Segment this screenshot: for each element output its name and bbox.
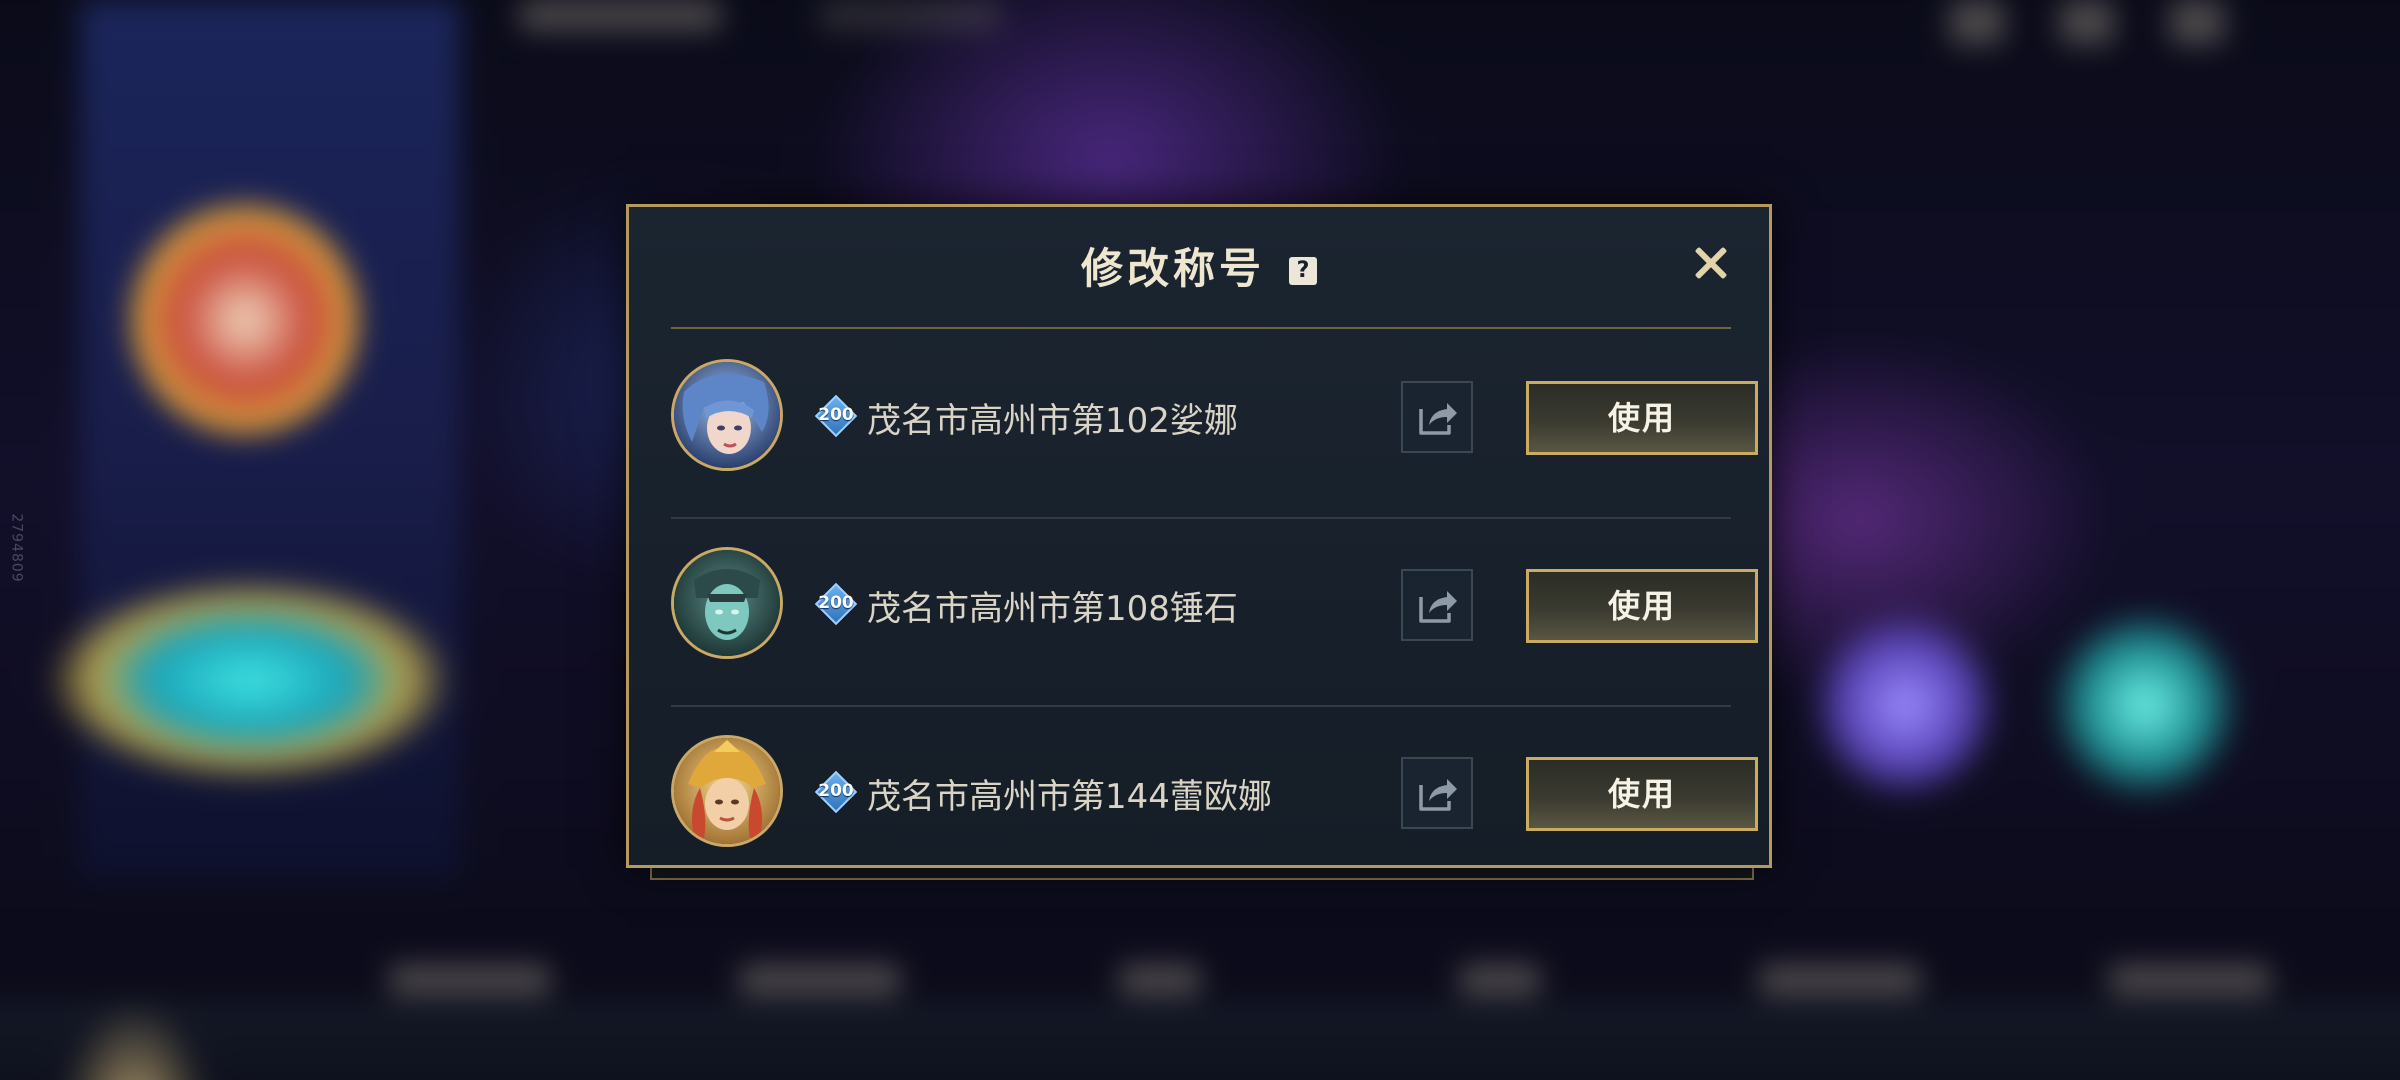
use-button[interactable]: 使用 (1526, 757, 1758, 831)
hero-avatar (671, 735, 783, 847)
hero-portrait-blue-hair-icon (674, 362, 780, 468)
title-divider (671, 327, 1731, 329)
dialog-title-text: 修改称号 (1080, 244, 1265, 293)
share-icon (1419, 591, 1457, 623)
title-name: 茂名市高州市第108锤石 (867, 589, 1238, 629)
row-divider (671, 517, 1731, 519)
share-button[interactable] (1401, 381, 1473, 453)
change-title-dialog: 修改称号? 200 茂名市高州市第102娑娜 使用 200 茂名市高州市第108… (626, 204, 1772, 868)
bottom-tab-blurred (1120, 965, 1200, 995)
bottom-tab-blurred (1760, 965, 1920, 995)
level-number: 200 (818, 405, 854, 425)
rank-emblem-blurred (130, 200, 360, 440)
level-badge: 200 (811, 394, 861, 438)
side-id-text: 2794809 (8, 513, 25, 583)
level-badge: 200 (811, 770, 861, 814)
level-badge: 200 (811, 582, 861, 626)
title-row: 200 茂名市高州市第144蕾欧娜 使用 (671, 709, 1758, 859)
top-tab-blurred (820, 0, 1000, 30)
bottom-tab-blurred (390, 965, 550, 995)
hero-avatar (671, 359, 783, 471)
title-row: 200 茂名市高州市第108锤石 使用 (671, 521, 1758, 707)
emblem-teal-blurred (2050, 610, 2240, 800)
top-tab-blurred (520, 0, 720, 30)
help-icon[interactable]: ? (1289, 257, 1317, 285)
title-name: 茂名市高州市第144蕾欧娜 (867, 777, 1272, 817)
dialog-base-trim (650, 866, 1754, 880)
hero-avatar (671, 547, 783, 659)
top-icon-blurred (1950, 0, 2004, 44)
bottom-tab-blurred (1460, 965, 1540, 995)
level-number: 200 (818, 593, 854, 613)
use-button[interactable]: 使用 (1526, 381, 1758, 455)
share-button[interactable] (1401, 757, 1473, 829)
share-button[interactable] (1401, 569, 1473, 641)
share-icon (1419, 403, 1457, 435)
top-icon-blurred (2170, 0, 2224, 44)
bottom-nav-blurred (0, 1000, 2400, 1080)
hero-portrait-teal-skin-icon (674, 550, 780, 656)
share-icon (1419, 779, 1457, 811)
use-button[interactable]: 使用 (1526, 569, 1758, 643)
bottom-nav-glow (60, 1000, 210, 1080)
top-icon-blurred (2060, 0, 2114, 44)
title-row: 200 茂名市高州市第102娑娜 使用 (671, 333, 1758, 519)
title-name: 茂名市高州市第102娑娜 (867, 401, 1238, 441)
close-icon[interactable] (1691, 243, 1731, 283)
bottom-tab-blurred (2110, 965, 2270, 995)
emblem-purple-blurred (1810, 610, 2000, 800)
game-screen: 2794809 修改称号? 200 茂名市高州市第102娑娜 使用 200 茂名… (0, 0, 2400, 1080)
tier-wings-blurred (50, 580, 450, 780)
dialog-title: 修改称号? (629, 235, 1769, 296)
row-divider (671, 705, 1731, 707)
hero-portrait-golden-helmet-icon (674, 738, 780, 844)
level-number: 200 (818, 781, 854, 801)
bottom-tab-blurred (740, 965, 900, 995)
